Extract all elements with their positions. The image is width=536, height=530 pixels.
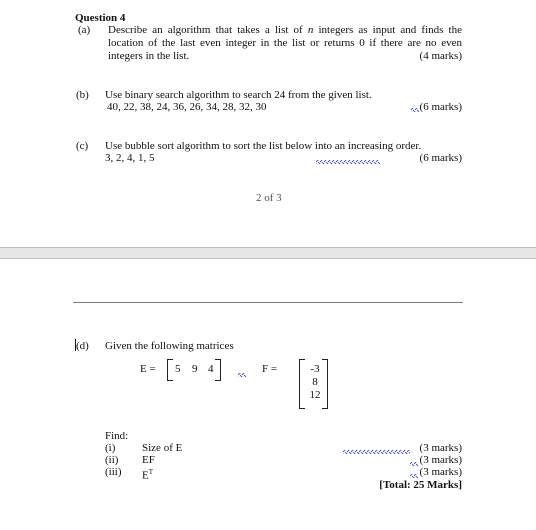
part-a-label: (a) [78,24,91,36]
total-marks: [Total: 25 Marks] [379,479,462,491]
matrix-e-value: 9 [192,363,198,375]
part-c-list: 3, 2, 4, 1, 5 [105,152,155,164]
part-a-line-2: location of the last even integer in the… [108,37,462,49]
part-c-marks: (6 marks) [419,152,462,164]
sub-part-i-marks: (3 marks) [419,442,462,454]
part-b-text: Use binary search algorithm to search 24… [105,89,372,101]
part-a-marks: (4 marks) [419,50,462,62]
part-c-text: Use bubble sort algorithm to sort the li… [105,140,422,152]
part-d-text: Given the following matrices [105,340,234,352]
matrix-e-left-bracket [167,359,173,381]
part-b-label: (b) [76,89,89,101]
sub-part-ii-marks: (3 marks) [419,454,462,466]
part-c-label: (c) [76,140,89,152]
sub-part-i-label: (i) [105,442,116,454]
page-number: 2 of 3 [256,192,282,204]
part-b-marks: (6 marks) [419,101,462,113]
find-label: Find: [105,430,129,442]
matrix-f-label: F = [262,363,278,375]
matrix-f-right-bracket [322,359,328,409]
spellcheck-squiggle [238,373,246,377]
part-b-list: 40, 22, 38, 24, 36, 26, 34, 28, 32, 30 [107,101,267,113]
matrix-e-symbol: E [142,469,149,482]
matrix-e-label: E = [140,363,156,375]
matrix-e-value: 5 [175,363,181,375]
sub-part-iii-text: ET [142,466,153,482]
sub-part-iii-label: (iii) [105,466,122,478]
sub-part-iii-marks: (3 marks) [419,466,462,478]
part-a-line-3: integers in the list. [108,50,190,62]
page-break [0,247,536,259]
part-d-label: (d) [76,340,89,352]
matrix-e-value: 4 [208,363,214,375]
part-a-line-1: Describe an algorithm that takes a list … [108,24,462,36]
spellcheck-squiggle [316,160,380,164]
part-a-text-2: integers as input and finds the [318,24,462,36]
sub-part-ii-label: (ii) [105,454,119,466]
part-a-variable-n: n [307,24,314,36]
transpose-superscript: T [148,468,154,476]
sub-part-i-text: Size of E [142,442,183,454]
question-title: Question 4 [75,12,126,24]
part-a-text-1: Describe an algorithm that takes a list … [108,24,303,36]
sub-part-ii-text: EF [142,454,155,466]
header-separator [73,302,463,303]
matrix-e-right-bracket [215,359,221,381]
